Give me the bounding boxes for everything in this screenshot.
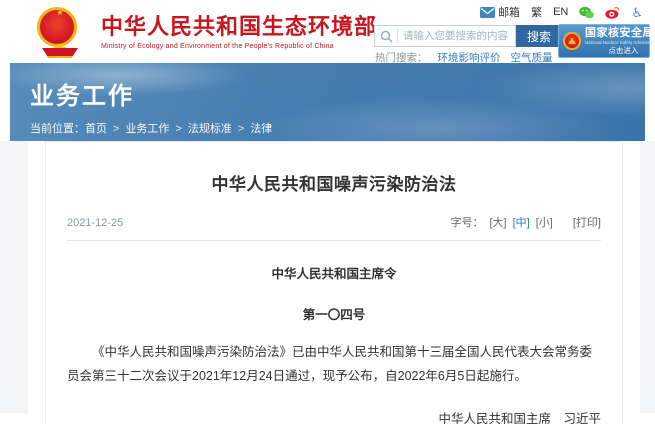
weibo-link[interactable] [605,6,620,19]
section-title: 业务工作 [30,76,645,111]
site-titles: 中华人民共和国生态环境部 Ministry of Ecology and Env… [101,7,377,50]
article-title: 中华人民共和国噪声污染防治法 [67,142,601,195]
article-meta-row: 2021-12-25 字号： [大] [中] [小] [打印] [67,214,601,230]
emblem-ribbon [42,48,78,58]
mail-link[interactable]: 邮箱 [480,4,520,20]
search-divider [397,29,398,43]
search-row: 搜索 [374,25,562,47]
main-area: 中华人民共和国噪声污染防治法 2021-12-25 字号： [大] [中] [小… [0,141,655,413]
wechat-icon [579,6,594,19]
breadcrumb: 当前位置： 首页 业务工作 法规标准 法律 [30,120,645,136]
site-header: ★ 中华人民共和国生态环境部 Ministry of Ecology and E… [0,0,655,63]
breadcrumb-business[interactable]: 业务工作 [125,120,187,136]
mail-label: 邮箱 [498,4,520,20]
breadcrumb-home[interactable]: 首页 [85,120,125,136]
print-button[interactable]: [打印] [573,214,601,230]
nsa-emblem-icon [563,32,581,50]
wechat-link[interactable] [579,6,594,19]
mail-icon [480,7,495,18]
breadcrumb-label: 当前位置： [30,120,85,136]
star-icon: ★ [28,9,92,17]
decree-number: 第一〇四号 [67,304,601,323]
weibo-icon [605,6,620,19]
nuclear-safety-banner[interactable]: 国家核安全局 National Nuclear Safety Administr… [558,24,650,58]
nsa-title: 国家核安全局 [585,28,655,39]
ministry-logo[interactable]: ★ 中华人民共和国生态环境部 Ministry of Ecology and E… [28,7,377,62]
article-date: 2021-12-25 [67,217,123,229]
search-input[interactable] [403,30,508,42]
breadcrumb-laws: 法律 [250,120,272,136]
search-box [374,25,516,47]
nsa-subtitle: National Nuclear Safety Administration [585,41,655,46]
decree-signature: 中华人民共和国主席 习近平 [67,408,601,424]
site-subtitle: Ministry of Ecology and Environment of t… [101,43,377,50]
page: ★ 中华人民共和国生态环境部 Ministry of Ecology and E… [0,0,655,424]
search-icon [380,30,393,43]
search-button[interactable]: 搜索 [516,25,562,47]
font-size-medium-button[interactable]: [中] [513,214,530,230]
national-emblem-icon: ★ [28,7,92,62]
english-link[interactable]: EN [553,6,568,18]
font-size-small-button[interactable]: [小] [536,214,553,230]
article-card: 中华人民共和国噪声污染防治法 2021-12-25 字号： [大] [中] [小… [45,141,623,424]
font-size-large-button[interactable]: [大] [490,214,507,230]
nsa-text: 国家核安全局 National Nuclear Safety Administr… [585,28,655,55]
nsa-enter-label: 点击进入 [585,47,655,55]
top-utility-links: 邮箱 繁 EN ♿ [480,4,643,20]
font-size-label: 字号： [451,214,484,230]
font-controls: 字号： [大] [中] [小] [打印] [451,214,602,230]
meta-divider [67,240,601,241]
section-banner: 业务工作 当前位置： 首页 业务工作 法规标准 法律 [10,63,645,152]
site-title: 中华人民共和国生态环境部 [101,14,377,40]
content-container: 中华人民共和国噪声污染防治法 2021-12-25 字号： [大] [中] [小… [28,141,640,424]
breadcrumb-regulations[interactable]: 法规标准 [188,120,250,136]
decree-heading: 中华人民共和国主席令 [67,263,601,282]
decree-paragraph: 《中华人民共和国噪声污染防治法》已由中华人民共和国第十三届全国人民代表大会常务委… [67,340,601,388]
traditional-chinese-link[interactable]: 繁 [531,4,542,20]
accessibility-icon[interactable]: ♿ [631,6,643,19]
